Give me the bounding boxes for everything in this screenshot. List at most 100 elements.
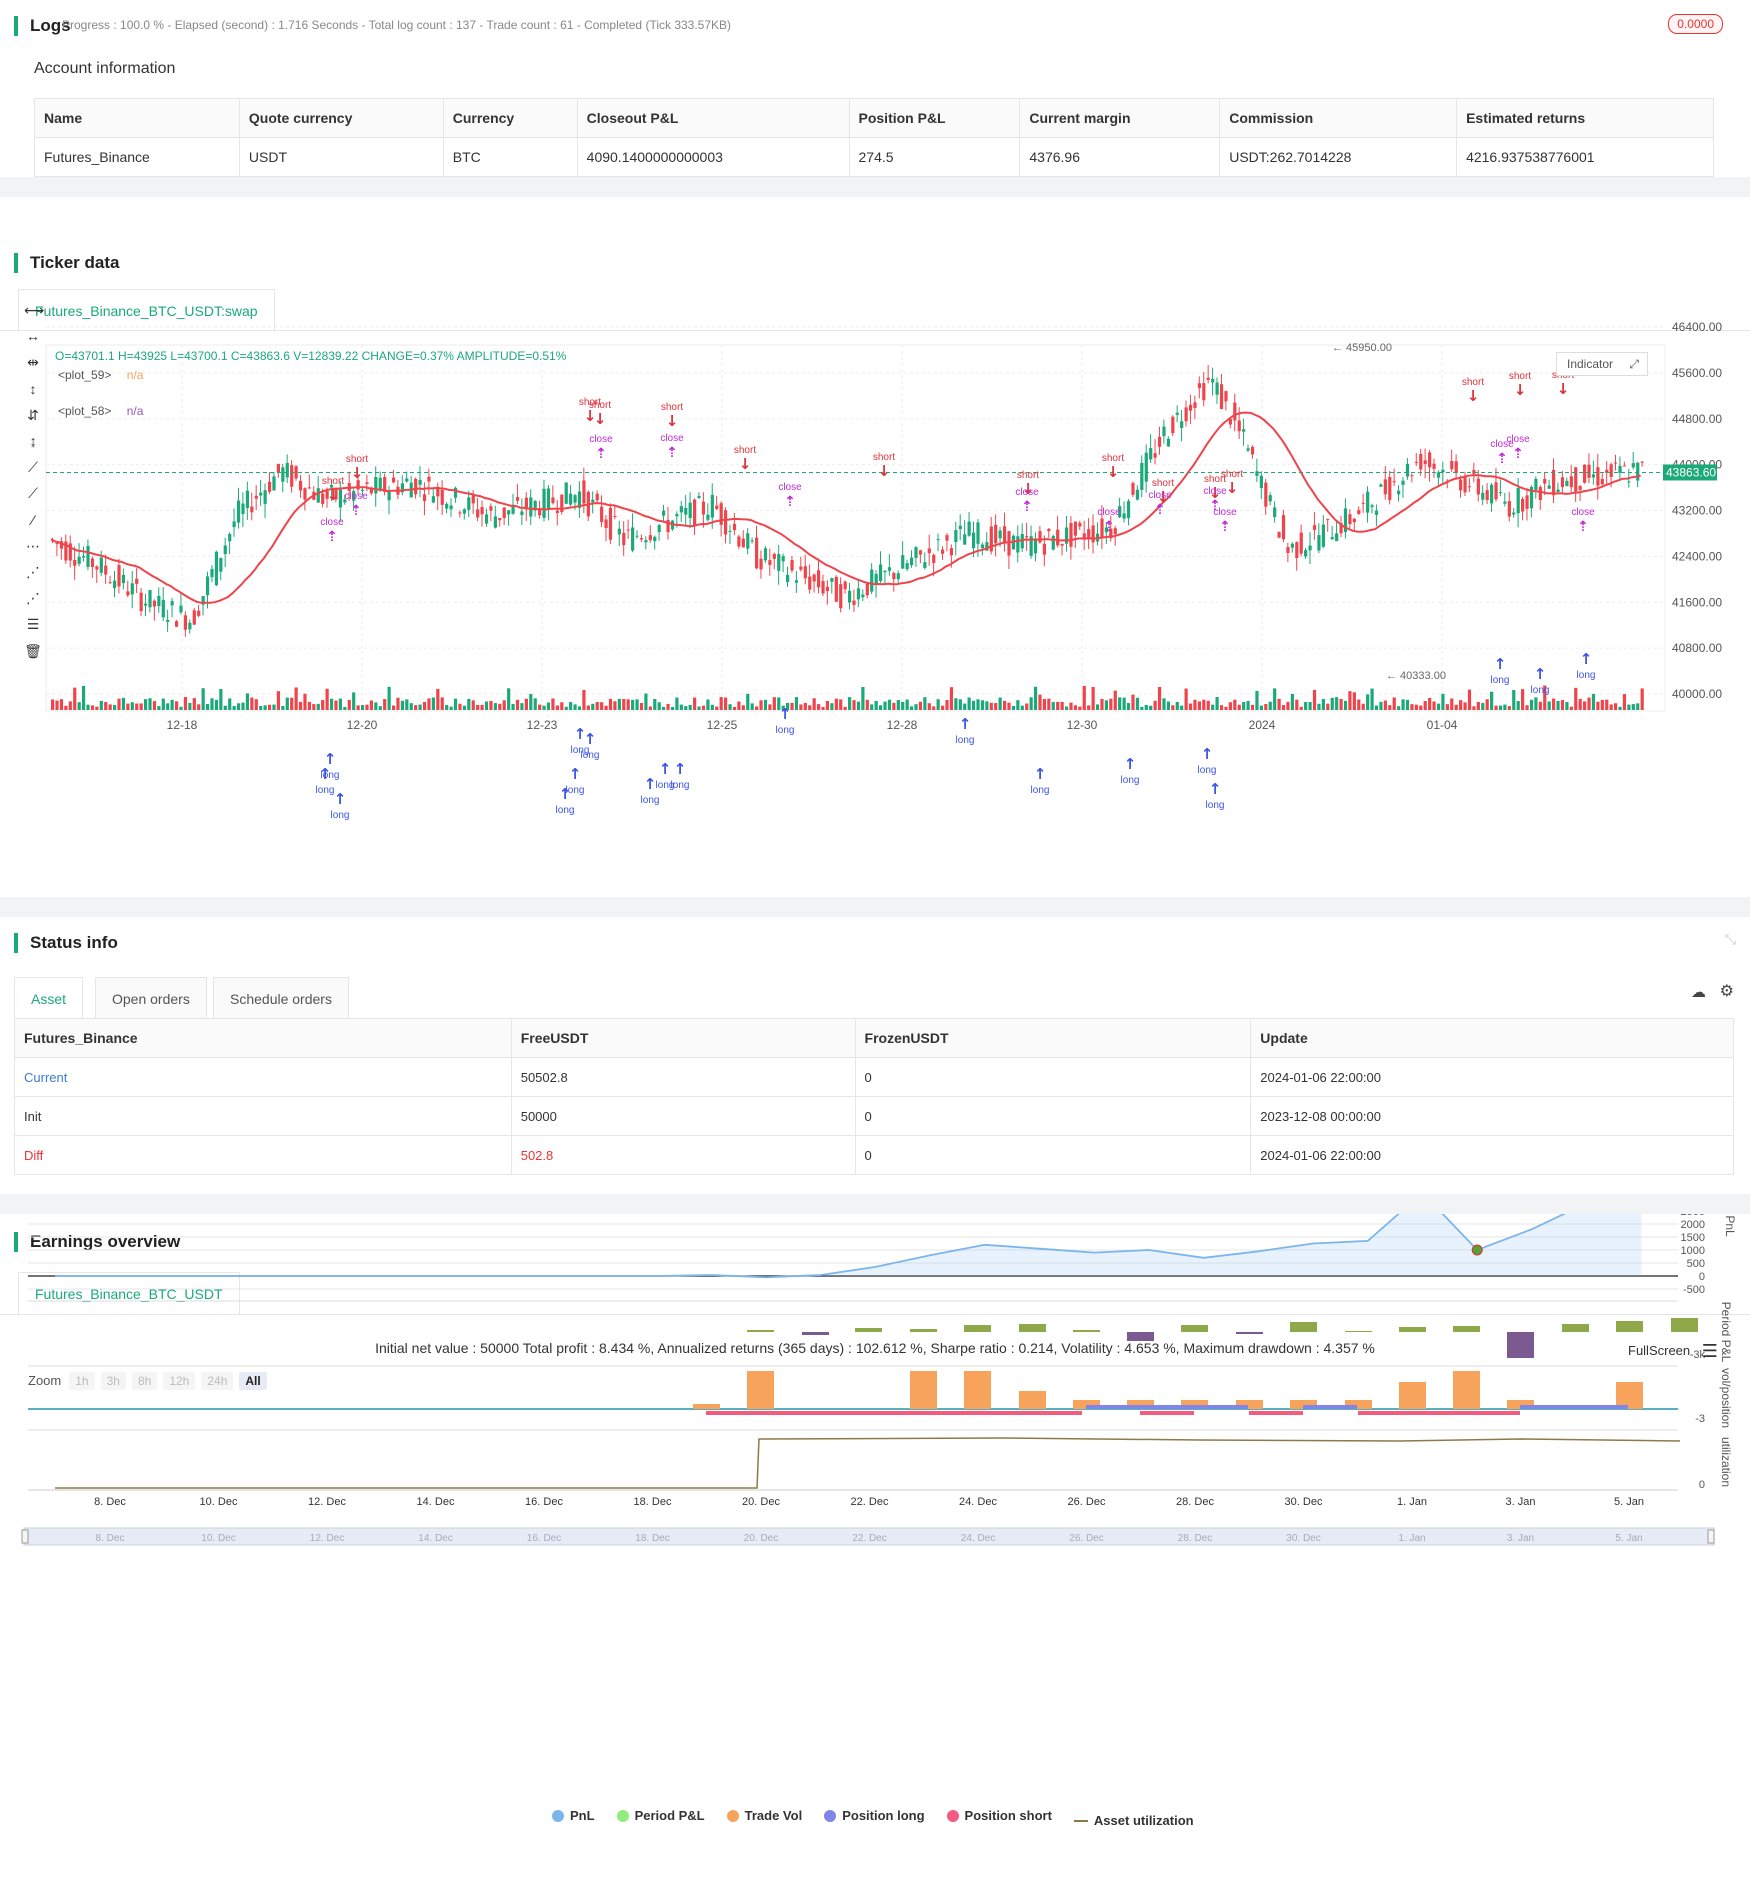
volume-bar bbox=[414, 705, 418, 710]
candle-body bbox=[1627, 481, 1631, 483]
volume-bar bbox=[524, 698, 528, 710]
cloud-download-icon[interactable]: ☁ bbox=[1691, 983, 1706, 1001]
legend-label: Asset utilization bbox=[1093, 1813, 1194, 1828]
vol-tick-label: -3 bbox=[1695, 1413, 1705, 1425]
candle-body bbox=[1299, 532, 1303, 554]
legend-item[interactable]: Trade Vol bbox=[726, 1808, 802, 1823]
tab-asset[interactable]: Asset bbox=[14, 977, 84, 1019]
volume-bar bbox=[352, 692, 356, 710]
candle-body bbox=[1308, 545, 1312, 551]
candle-body bbox=[1432, 463, 1436, 469]
legend-item[interactable]: Position long bbox=[824, 1808, 925, 1823]
candle-body bbox=[1463, 477, 1467, 493]
close-arrow-icon: ⇡ bbox=[595, 446, 607, 462]
gear-icon[interactable]: ⚙ bbox=[1720, 981, 1734, 1001]
period-pnl-bar bbox=[747, 1330, 774, 1332]
candle-body bbox=[701, 501, 706, 515]
volume-bar bbox=[1392, 697, 1396, 710]
trade-vol-bar bbox=[1453, 1371, 1480, 1409]
candle-body bbox=[591, 499, 595, 503]
candle-body bbox=[1317, 535, 1321, 551]
volume-bar bbox=[347, 699, 351, 710]
legend-label: Period P&L bbox=[634, 1808, 705, 1823]
table-row: Diff 502.8 0 2024-01-06 22:00:00 bbox=[14, 1135, 1734, 1175]
close-arrow-icon: ⇡ bbox=[1496, 451, 1508, 467]
candle-body bbox=[250, 506, 254, 513]
volume-bar bbox=[422, 701, 427, 710]
volume-bar bbox=[719, 697, 723, 710]
volume-bar bbox=[285, 697, 289, 710]
candle-body bbox=[821, 580, 825, 594]
close-marker-label: close bbox=[589, 434, 613, 445]
x-tick-label: 14. Dec bbox=[417, 1496, 455, 1508]
volume-bar bbox=[728, 704, 732, 710]
candle-body bbox=[476, 509, 480, 518]
expand-icon[interactable]: ⤢ bbox=[1629, 353, 1639, 375]
volume-bar bbox=[298, 701, 303, 710]
candle-body bbox=[706, 514, 710, 520]
tab-schedule-orders[interactable]: Schedule orders bbox=[213, 977, 349, 1019]
volume-bar bbox=[1290, 693, 1294, 710]
volume-bar bbox=[232, 705, 236, 710]
candle-body bbox=[976, 522, 980, 544]
volume-bar bbox=[1405, 699, 1410, 710]
volume-bar bbox=[484, 701, 489, 710]
tab-open-orders[interactable]: Open orders bbox=[95, 977, 207, 1019]
legend-dot-icon bbox=[1073, 1819, 1088, 1822]
navigator-left-handle[interactable] bbox=[21, 1529, 29, 1544]
long-arrow-icon: ↑ bbox=[659, 760, 672, 778]
volume-bar bbox=[183, 697, 188, 710]
legend-item[interactable]: Period P&L bbox=[616, 1808, 705, 1823]
volume-bar bbox=[143, 699, 148, 710]
candle-body bbox=[387, 490, 391, 501]
candle-body bbox=[865, 583, 869, 596]
volume-bar bbox=[905, 699, 909, 710]
candle-body bbox=[1126, 501, 1131, 519]
candle-body bbox=[445, 503, 449, 509]
candlestick-chart[interactable]: 46400.0045600.0044800.0044000.0043200.00… bbox=[0, 197, 1750, 897]
volume-bar bbox=[662, 706, 666, 710]
volume-bar bbox=[148, 698, 152, 710]
trade-vol-bar bbox=[1019, 1391, 1046, 1409]
earnings-chart[interactable]: 40003500300025002000150010005000-500PnLP… bbox=[0, 1214, 1750, 1891]
collapse-icon[interactable]: ⤡ bbox=[1725, 931, 1736, 948]
volume-bar bbox=[1366, 694, 1370, 710]
volume-bar bbox=[112, 704, 117, 710]
volume-bar bbox=[453, 698, 458, 710]
indicator-button[interactable]: Indicator ⤢ bbox=[1556, 352, 1648, 376]
candle-body bbox=[157, 595, 161, 607]
low-label: ← 40333.00 bbox=[1386, 670, 1446, 682]
volume-bar bbox=[1512, 690, 1516, 710]
candle-body bbox=[1290, 543, 1294, 548]
candle-body bbox=[316, 488, 320, 503]
volume-bar bbox=[1087, 705, 1091, 710]
legend-item[interactable]: PnL bbox=[552, 1808, 595, 1823]
volume-bar bbox=[635, 699, 639, 710]
legend-item[interactable]: Asset utilization bbox=[1073, 1813, 1194, 1828]
long-marker-label: long bbox=[316, 785, 335, 796]
period-pnl-bar bbox=[1290, 1322, 1317, 1332]
volume-bar bbox=[192, 698, 196, 710]
navigator-right-handle[interactable] bbox=[1707, 1529, 1715, 1544]
candle-body bbox=[1255, 471, 1259, 476]
volume-bar bbox=[126, 703, 130, 710]
volume-bar bbox=[843, 706, 847, 710]
candle-body bbox=[493, 516, 497, 528]
candle-body bbox=[1521, 498, 1525, 512]
volume-bar bbox=[538, 704, 542, 710]
volume-bar bbox=[989, 702, 993, 710]
candle-body bbox=[1467, 486, 1472, 488]
volume-bar bbox=[1335, 697, 1339, 710]
volume-bar bbox=[1025, 703, 1029, 710]
asset-cell: Init bbox=[14, 1096, 512, 1136]
asset-cell: 50502.8 bbox=[510, 1057, 856, 1097]
long-arrow-icon: ↑ bbox=[959, 715, 972, 733]
candle-body bbox=[1149, 448, 1153, 460]
period-pnl-bar bbox=[855, 1328, 882, 1332]
long-marker-label: long bbox=[321, 770, 340, 781]
volume-bar bbox=[90, 705, 95, 710]
volume-bar bbox=[1605, 699, 1609, 710]
volume-bar bbox=[214, 699, 219, 710]
volume-bar bbox=[55, 700, 59, 710]
legend-item[interactable]: Position short bbox=[946, 1808, 1052, 1823]
